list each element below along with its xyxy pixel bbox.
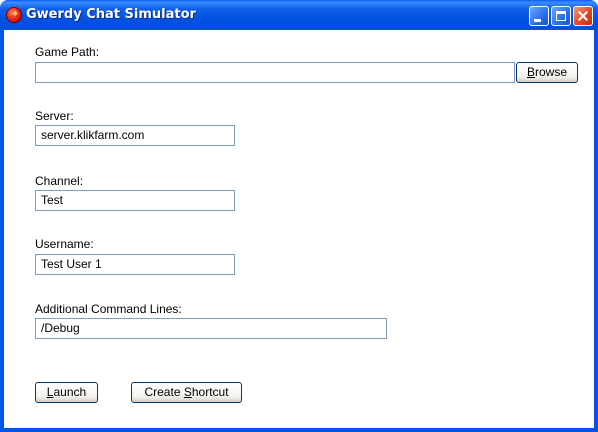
- server-label: Server:: [35, 109, 74, 123]
- command-lines-label: Additional Command Lines:: [35, 302, 182, 316]
- game-path-label: Game Path:: [35, 45, 100, 59]
- launch-button[interactable]: Launch: [35, 382, 98, 403]
- minimize-button[interactable]: [529, 6, 549, 26]
- app-icon[interactable]: ✦: [6, 7, 22, 23]
- server-input[interactable]: server.klikfarm.com: [35, 125, 235, 146]
- maximize-icon: [556, 11, 566, 21]
- title-bar[interactable]: ✦ Gwerdy Chat Simulator: [0, 0, 598, 30]
- username-input[interactable]: Test User 1: [35, 254, 235, 275]
- channel-label: Channel:: [35, 174, 84, 188]
- window-border-bottom: [0, 428, 598, 432]
- close-button[interactable]: [573, 6, 593, 26]
- minimize-icon: [534, 19, 541, 22]
- window-title: Gwerdy Chat Simulator: [26, 7, 196, 22]
- maximize-button[interactable]: [551, 6, 571, 26]
- channel-input[interactable]: Test: [35, 190, 235, 211]
- username-label: Username:: [35, 237, 94, 251]
- command-lines-input[interactable]: /Debug: [35, 318, 387, 339]
- browse-button[interactable]: Browse: [516, 62, 578, 83]
- app-window: ✦ Gwerdy Chat Simulator Game Path: Brows…: [0, 0, 598, 432]
- create-shortcut-button[interactable]: Create Shortcut: [131, 382, 242, 403]
- form-panel: Game Path: Browse Server: server.klikfar…: [4, 30, 594, 428]
- game-path-input[interactable]: [35, 62, 515, 83]
